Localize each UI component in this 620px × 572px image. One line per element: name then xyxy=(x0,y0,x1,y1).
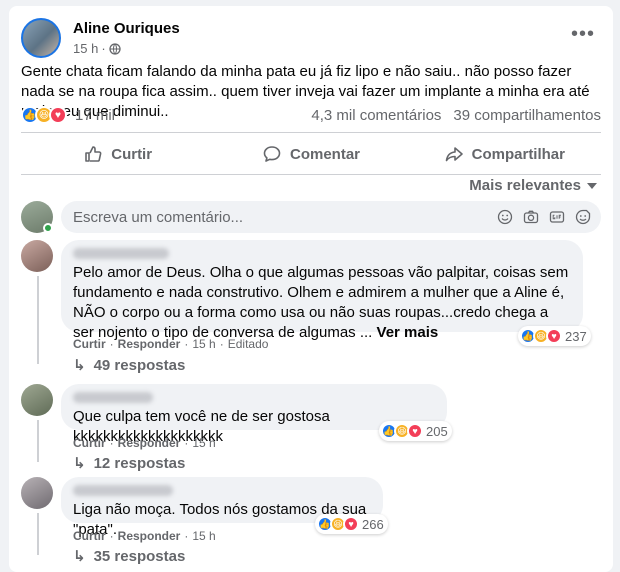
post-actions: Curtir Comentar Compartilhar xyxy=(21,136,601,172)
reaction-icons[interactable]: 👍 😆 ♥ xyxy=(21,106,67,124)
love-icon: ♥ xyxy=(49,106,67,124)
comment-input[interactable]: Escreva um comentário... xyxy=(61,201,601,233)
comment-reactions[interactable]: 👍 😆 ♥ 205 xyxy=(379,421,452,441)
replies-count: 49 respostas xyxy=(93,356,186,374)
thumbs-up-icon xyxy=(85,146,102,162)
chevron-down-icon xyxy=(587,182,597,189)
emoji-icon[interactable] xyxy=(497,209,513,225)
comment-actions: Curtir · Responder · 15 h xyxy=(73,436,216,450)
reply-arrow-icon: ↳ xyxy=(73,357,86,374)
view-replies-button[interactable]: ↳ 12 respostas xyxy=(73,454,186,473)
comment-like-link[interactable]: Curtir xyxy=(73,529,106,543)
divider xyxy=(21,174,601,175)
comment-like-link[interactable]: Curtir xyxy=(73,337,106,351)
commenter-avatar[interactable] xyxy=(21,477,53,509)
thread-line xyxy=(37,513,39,555)
comment-reactions[interactable]: 👍 😆 ♥ 237 xyxy=(518,326,591,346)
post-header: Aline Ouriques 15 h · ••• xyxy=(21,18,601,58)
comment-edited: Editado xyxy=(227,337,269,351)
comment: Pelo amor de Deus. Olha o que algumas pe… xyxy=(21,240,601,380)
composer-icons xyxy=(497,209,601,225)
love-icon: ♥ xyxy=(546,328,562,344)
sticker-icon[interactable] xyxy=(575,209,591,225)
see-more-link[interactable]: Ver mais xyxy=(377,324,439,341)
sep: · xyxy=(109,436,114,450)
comment-button[interactable]: Comentar xyxy=(214,136,407,172)
post-meta: 15 h · xyxy=(73,41,121,56)
sep: · xyxy=(109,529,114,543)
reaction-count: 266 xyxy=(362,516,384,532)
comment-time[interactable]: 15 h xyxy=(192,337,215,351)
comment-label: Comentar xyxy=(289,145,360,163)
share-icon xyxy=(445,147,463,162)
share-button[interactable]: Compartilhar xyxy=(408,136,601,172)
comment-input-placeholder: Escreva um comentário... xyxy=(73,208,244,226)
comment-sort-dropdown[interactable]: Mais relevantes xyxy=(469,177,597,194)
commenter-name-blurred[interactable] xyxy=(73,485,173,496)
comment-icon xyxy=(263,146,281,162)
post-stats: 4,3 mil comentários 39 compartilhamentos xyxy=(311,107,601,124)
commenter-avatar[interactable] xyxy=(21,384,53,416)
comment-time[interactable]: 15 h xyxy=(192,529,215,543)
comment-time[interactable]: 15 h xyxy=(192,436,215,450)
shares-count[interactable]: 39 compartilhamentos xyxy=(453,107,601,124)
sep: · xyxy=(184,337,189,351)
comment-body: Pelo amor de Deus. Olha o que algumas pe… xyxy=(73,264,569,341)
sort-label: Mais relevantes xyxy=(469,177,581,194)
comment-reply-link[interactable]: Responder xyxy=(118,436,181,450)
reaction-count[interactable]: 17 mil xyxy=(75,107,115,124)
like-button[interactable]: Curtir xyxy=(21,136,214,172)
sep: · xyxy=(219,337,224,351)
replies-count: 12 respostas xyxy=(93,454,186,472)
globe-icon xyxy=(109,42,121,55)
reaction-count: 237 xyxy=(565,328,587,344)
thread-line xyxy=(37,276,39,364)
comments-count[interactable]: 4,3 mil comentários xyxy=(311,107,441,124)
gif-icon[interactable] xyxy=(549,209,565,225)
comment: Que culpa tem você ne de ser gostosa kkk… xyxy=(21,384,601,474)
comment-composer: Escreva um comentário... xyxy=(21,201,601,233)
more-options-icon[interactable]: ••• xyxy=(571,24,595,44)
love-icon: ♥ xyxy=(343,516,359,532)
camera-icon[interactable] xyxy=(523,209,539,225)
comment: Liga não moça. Todos nós gostamos da sua… xyxy=(21,477,601,567)
commenter-avatar[interactable] xyxy=(21,240,53,272)
author-name[interactable]: Aline Ouriques xyxy=(73,20,180,37)
like-label: Curtir xyxy=(111,145,153,163)
comment-text: Pelo amor de Deus. Olha o que algumas pe… xyxy=(73,263,571,343)
reaction-count: 205 xyxy=(426,423,448,439)
view-replies-button[interactable]: ↳ 49 respostas xyxy=(73,356,186,375)
commenter-name-blurred[interactable] xyxy=(73,248,169,259)
comment-bubble: Pelo amor de Deus. Olha o que algumas pe… xyxy=(61,240,583,341)
comment-reactions[interactable]: 👍 😆 ♥ 266 xyxy=(315,514,388,534)
comment-reply-link[interactable]: Responder xyxy=(118,529,181,543)
replies-count: 35 respostas xyxy=(93,547,186,565)
online-status-dot xyxy=(43,223,53,233)
reply-arrow-icon: ↳ xyxy=(73,548,86,565)
love-icon: ♥ xyxy=(407,423,423,439)
comment-actions: Curtir · Responder · 15 h xyxy=(73,529,216,543)
post-card: Aline Ouriques 15 h · ••• Gente chata fi… xyxy=(9,6,613,572)
author-avatar[interactable] xyxy=(21,18,61,58)
sep: · xyxy=(184,529,189,543)
view-replies-button[interactable]: ↳ 35 respostas xyxy=(73,547,186,566)
commenter-name-blurred[interactable] xyxy=(73,392,153,403)
post-time[interactable]: 15 h xyxy=(73,41,98,56)
sep: · xyxy=(109,337,114,351)
meta-dot: · xyxy=(101,41,106,56)
divider xyxy=(21,132,601,133)
share-label: Compartilhar xyxy=(471,145,565,163)
comment-actions: Curtir · Responder · 15 h · Editado xyxy=(73,337,268,351)
reactions-summary: 👍 😆 ♥ 17 mil 4,3 mil comentários 39 comp… xyxy=(21,104,601,126)
comment-like-link[interactable]: Curtir xyxy=(73,436,106,450)
reply-arrow-icon: ↳ xyxy=(73,455,86,472)
comment-reply-link[interactable]: Responder xyxy=(118,337,181,351)
thread-line xyxy=(37,420,39,462)
sep: · xyxy=(184,436,189,450)
